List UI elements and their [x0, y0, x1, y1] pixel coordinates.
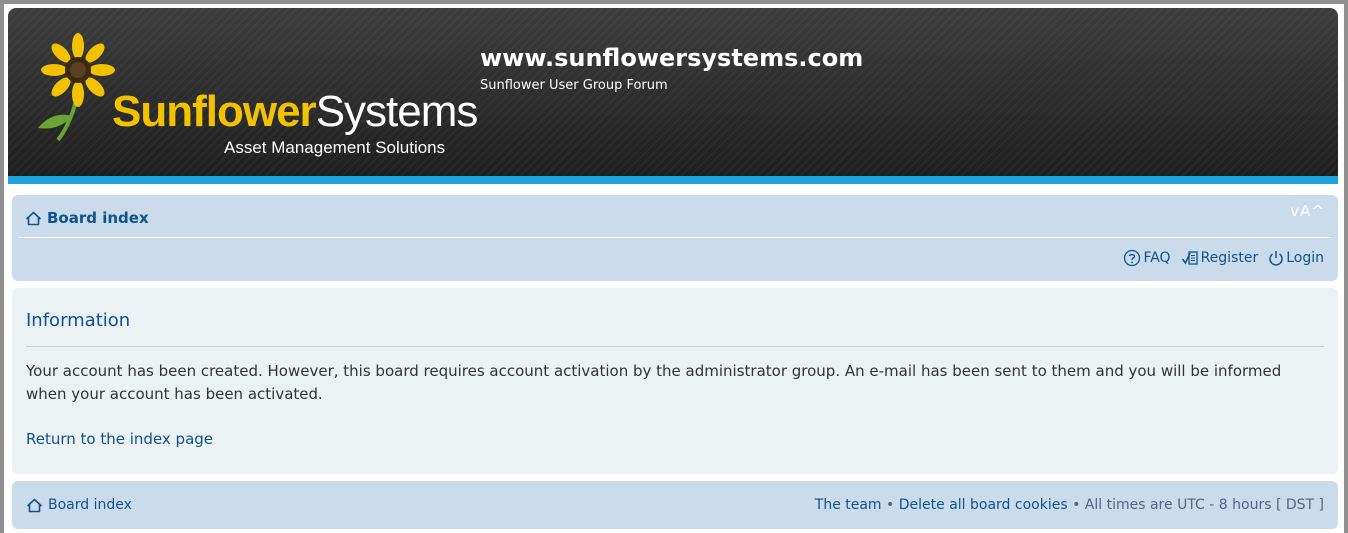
faq-label: FAQ	[1143, 250, 1171, 266]
footer-navbar: Board index The team • Delete all board …	[12, 481, 1338, 529]
site-description: Sunflower User Group Forum	[480, 78, 668, 93]
home-icon	[25, 211, 42, 225]
navbar-top-row: Board index vA^	[19, 195, 1331, 238]
navbar: Board index vA^ FAQ Register Login	[12, 195, 1338, 281]
panel-divider	[26, 346, 1324, 347]
footer-separator: •	[886, 497, 895, 513]
logo-tagline: Asset Management Solutions	[224, 138, 446, 157]
footer-breadcrumb-label: Board index	[48, 497, 132, 513]
logo-wordmark: SunflowerSystems	[112, 87, 479, 136]
return-to-index-link[interactable]: Return to the index page	[26, 430, 213, 448]
power-icon	[1269, 251, 1283, 266]
footer-separator: •	[1072, 497, 1081, 513]
user-links: FAQ Register Login	[1123, 249, 1324, 267]
login-label: Login	[1286, 250, 1324, 266]
logo-brand-bold: Sunflower	[112, 87, 317, 136]
logo-brand-light: Systems	[315, 87, 479, 136]
delete-cookies-link[interactable]: Delete all board cookies	[899, 497, 1068, 513]
register-icon	[1181, 251, 1198, 265]
register-link[interactable]: Register	[1181, 249, 1259, 267]
footer-breadcrumb-board-index[interactable]: Board index	[26, 497, 132, 513]
faq-icon	[1124, 249, 1141, 267]
panel-title: Information	[26, 310, 131, 331]
register-label: Register	[1200, 250, 1259, 266]
team-link[interactable]: The team	[815, 497, 882, 513]
login-link[interactable]: Login	[1268, 249, 1324, 267]
home-icon	[26, 498, 43, 512]
site-logo[interactable]: SunflowerSystems Asset Management Soluti…	[28, 32, 478, 162]
site-title: www.sunflowersystems.com	[480, 44, 864, 72]
information-panel: Information Your account has been create…	[12, 288, 1338, 474]
font-size-control[interactable]: vA^	[1290, 202, 1325, 220]
footer-links: The team • Delete all board cookies • Al…	[815, 497, 1324, 513]
breadcrumb-label: Board index	[47, 209, 149, 227]
faq-link[interactable]: FAQ	[1123, 249, 1171, 267]
information-message: Your account has been created. However, …	[26, 362, 1282, 403]
site-header: SunflowerSystems Asset Management Soluti…	[8, 8, 1338, 184]
timezone-info: All times are UTC - 8 hours [ DST ]	[1084, 497, 1324, 513]
breadcrumb-board-index[interactable]: Board index	[25, 209, 149, 227]
